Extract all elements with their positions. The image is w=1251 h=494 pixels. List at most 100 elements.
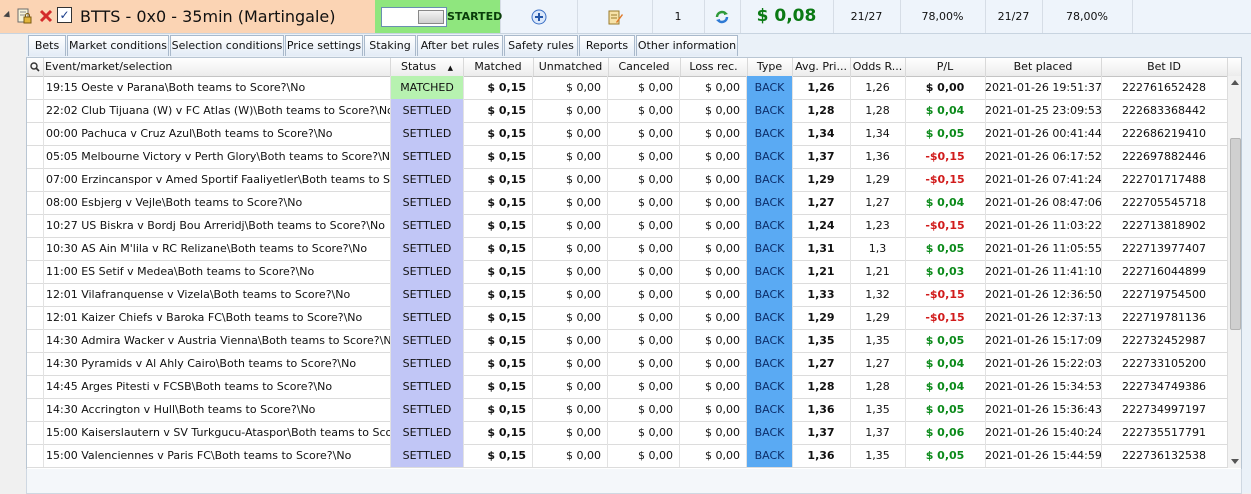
enabled-checkbox[interactable]: ✓ xyxy=(57,7,72,23)
tab-other-information[interactable]: Other information xyxy=(636,35,738,56)
table-row[interactable]: 08:00 Esbjerg v Vejle\Both teams to Scor… xyxy=(27,191,1241,215)
cell-pl: -$0,15 xyxy=(905,214,986,237)
cell-bet-id: 222683368442 xyxy=(1101,99,1228,122)
tab-market-conditions[interactable]: Market conditions xyxy=(67,35,169,56)
table-row[interactable]: 14:30 Admira Wacker v Austria Vienna\Bot… xyxy=(27,329,1241,353)
grid-search-cell xyxy=(27,58,44,76)
table-row[interactable]: 12:01 Kaizer Chiefs v Baroka FC\Both tea… xyxy=(27,306,1241,330)
cell-event: 08:00 Esbjerg v Vejle\Both teams to Scor… xyxy=(43,191,391,214)
cell-canceled: $ 0,00 xyxy=(608,375,680,398)
table-row[interactable]: 19:15 Oeste v Parana\Both teams to Score… xyxy=(27,76,1241,100)
cell-bet-id: 222736132538 xyxy=(1101,444,1228,467)
stat-ratio-2: 21/27 xyxy=(985,0,1043,33)
tab-safety-rules[interactable]: Safety rules xyxy=(504,35,578,56)
note-icon[interactable] xyxy=(607,9,623,25)
col-type[interactable]: Type xyxy=(747,58,793,76)
col-avg-price[interactable]: Avg. Pri... xyxy=(792,58,851,76)
search-icon[interactable] xyxy=(30,62,40,72)
table-row[interactable]: 10:30 AS Ain M'lila v RC Relizane\Both t… xyxy=(27,237,1241,261)
tab-selection-conditions[interactable]: Selection conditions xyxy=(170,35,284,56)
toggle-knob[interactable] xyxy=(418,10,444,24)
col-event[interactable]: Event/market/selection xyxy=(43,58,391,76)
cell-bet-id: 222719781136 xyxy=(1101,306,1228,329)
scroll-up-icon[interactable] xyxy=(1231,80,1239,85)
cell-avg-price: 1,33 xyxy=(792,283,851,306)
tab-price-settings[interactable]: Price settings xyxy=(285,35,363,56)
cell-status: SETTLED xyxy=(391,260,464,283)
cell-odds-requested: 1,27 xyxy=(850,191,906,214)
cell-avg-price: 1,31 xyxy=(792,237,851,260)
cell-bet-placed: 2021-01-26 11:41:10 xyxy=(985,260,1102,283)
lock-icon[interactable] xyxy=(17,8,32,24)
col-odds-requested[interactable]: Odds R... xyxy=(850,58,906,76)
table-row[interactable]: 22:02 Club Tijuana (W) v FC Atlas (W)\Bo… xyxy=(27,99,1241,123)
cell-pl: $ 0,00 xyxy=(905,76,986,99)
table-row[interactable]: 15:00 Kaiserslautern v SV Turkgucu-Atasp… xyxy=(27,421,1241,445)
cell-odds-requested: 1,27 xyxy=(850,352,906,375)
cell-pl: $ 0,04 xyxy=(905,191,986,214)
row-gutter xyxy=(27,329,44,352)
cell-loss-recovery: $ 0,00 xyxy=(680,398,747,421)
cell-avg-price: 1,28 xyxy=(792,375,851,398)
col-pl[interactable]: P/L xyxy=(905,58,986,76)
table-row[interactable]: 10:27 US Biskra v Bordj Bou Arreridj\Bot… xyxy=(27,214,1241,238)
tab-after-bet-rules[interactable]: After bet rules xyxy=(417,35,503,56)
table-row[interactable]: 15:00 Valenciennes v Paris FC\Both teams… xyxy=(27,444,1241,468)
cell-type: BACK xyxy=(747,99,793,122)
cell-event: 14:45 Arges Pitesti v FCSB\Both teams to… xyxy=(43,375,391,398)
cell-unmatched: $ 0,00 xyxy=(533,214,608,237)
col-status[interactable]: Status ▲ xyxy=(391,58,464,76)
refresh-icon[interactable] xyxy=(714,9,730,25)
cell-loss-recovery: $ 0,00 xyxy=(680,260,747,283)
table-row[interactable]: 14:45 Arges Pitesti v FCSB\Both teams to… xyxy=(27,375,1241,399)
strategy-header: ✓ BTTS - 0x0 - 35min (Martingale) STARTE… xyxy=(0,0,1251,34)
row-gutter xyxy=(27,76,44,99)
col-unmatched[interactable]: Unmatched xyxy=(533,58,609,76)
cell-matched: $ 0,15 xyxy=(463,76,533,99)
table-row[interactable]: 14:30 Pyramids v Al Ahly Cairo\Both team… xyxy=(27,352,1241,376)
col-bet-placed[interactable]: Bet placed xyxy=(985,58,1102,76)
cell-unmatched: $ 0,00 xyxy=(533,329,608,352)
cell-status: SETTLED xyxy=(391,329,464,352)
scroll-thumb[interactable] xyxy=(1230,138,1241,330)
tab-staking[interactable]: Staking xyxy=(364,35,416,56)
cell-matched: $ 0,15 xyxy=(463,306,533,329)
start-stop-toggle[interactable] xyxy=(381,7,447,27)
tab-reports[interactable]: Reports xyxy=(579,35,635,56)
table-row[interactable]: 00:00 Pachuca v Cruz Azul\Both teams to … xyxy=(27,122,1241,146)
cell-avg-price: 1,26 xyxy=(792,76,851,99)
table-row[interactable]: 05:05 Melbourne Victory v Perth Glory\Bo… xyxy=(27,145,1241,169)
col-loss-recovery[interactable]: Loss rec. xyxy=(680,58,748,76)
cell-loss-recovery: $ 0,00 xyxy=(680,283,747,306)
stat-ratio-1: 21/27 xyxy=(833,0,901,33)
cell-unmatched: $ 0,00 xyxy=(533,145,608,168)
scroll-down-icon[interactable] xyxy=(1231,459,1239,464)
cell-bet-id: 222719754500 xyxy=(1101,283,1228,306)
expand-arrow-icon[interactable] xyxy=(3,10,13,21)
cell-event: 19:15 Oeste v Parana\Both teams to Score… xyxy=(43,76,391,99)
cell-status: SETTLED xyxy=(391,352,464,375)
cell-avg-price: 1,21 xyxy=(792,260,851,283)
cell-bet-placed: 2021-01-26 15:34:53 xyxy=(985,375,1102,398)
table-row[interactable]: 07:00 Erzincanspor v Amed Sportif Faaliy… xyxy=(27,168,1241,192)
add-icon[interactable] xyxy=(531,9,547,25)
tab-bets[interactable]: Bets xyxy=(28,35,66,56)
col-canceled[interactable]: Canceled xyxy=(608,58,681,76)
edit-cell xyxy=(577,0,653,33)
col-bet-id[interactable]: Bet ID xyxy=(1101,58,1228,76)
cell-avg-price: 1,37 xyxy=(792,421,851,444)
cell-avg-price: 1,35 xyxy=(792,329,851,352)
table-row[interactable]: 14:30 Accrington v Hull\Both teams to Sc… xyxy=(27,398,1241,422)
cell-status: SETTLED xyxy=(391,444,464,467)
table-row[interactable]: 11:00 ES Setif v Medea\Both teams to Sco… xyxy=(27,260,1241,284)
col-matched[interactable]: Matched xyxy=(463,58,534,76)
strategy-status-label: STARTED xyxy=(447,10,503,23)
table-row[interactable]: 12:01 Vilafranquense v Vizela\Both teams… xyxy=(27,283,1241,307)
cell-status: SETTLED xyxy=(391,421,464,444)
delete-icon[interactable] xyxy=(39,9,53,23)
cell-odds-requested: 1,23 xyxy=(850,214,906,237)
vertical-scrollbar[interactable] xyxy=(1227,76,1241,468)
cell-odds-requested: 1,3 xyxy=(850,237,906,260)
cell-matched: $ 0,15 xyxy=(463,145,533,168)
cell-event: 15:00 Kaiserslautern v SV Turkgucu-Atasp… xyxy=(43,421,391,444)
